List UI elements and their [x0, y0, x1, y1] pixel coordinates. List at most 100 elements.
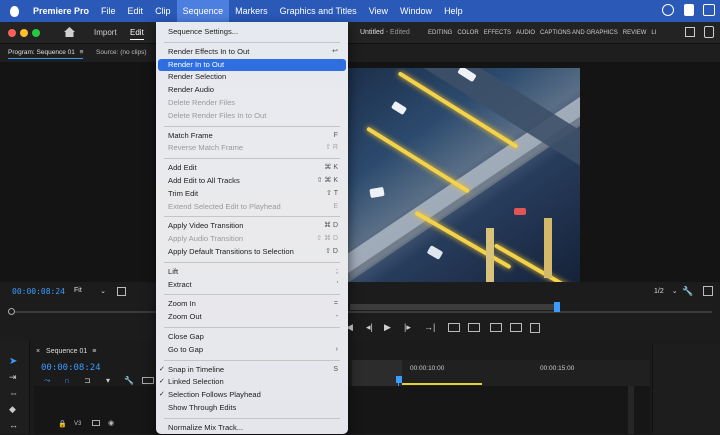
linked-selection-icon[interactable]: ⊐ [84, 376, 91, 385]
overwrite-button[interactable] [510, 323, 522, 332]
wrench-icon[interactable]: 🔧 [124, 376, 134, 385]
menu-view[interactable]: View [363, 0, 394, 22]
wrench-icon[interactable]: 🔧 [682, 286, 693, 297]
panel-menu-icon[interactable]: ≡ [92, 348, 96, 355]
workspace-tab-li[interactable]: LI [651, 30, 656, 36]
menu-item-add-edit[interactable]: Add Edit ⌘ K [156, 162, 348, 175]
menu-item-render-selection[interactable]: Render Selection [156, 71, 348, 84]
menu-item-trim-edit[interactable]: Trim Edit ⇧ T [156, 188, 348, 201]
captions-icon[interactable] [142, 377, 154, 384]
panel-menu-icon[interactable]: ≡ [80, 49, 84, 56]
menu-separator [164, 125, 340, 127]
program-monitor-tab[interactable]: Program: Sequence 01 ≡ [8, 49, 84, 59]
menu-window[interactable]: Window [394, 0, 438, 22]
fit-dropdown[interactable]: Fit ⌄ [74, 287, 108, 297]
snap-icon[interactable]: ∩ [64, 376, 70, 385]
close-icon[interactable]: × [36, 348, 40, 355]
share-icon[interactable] [685, 27, 695, 37]
close-window-button[interactable] [8, 29, 16, 37]
sequence-menu-dropdown: Sequence Settings... Render Effects In to… [156, 22, 348, 434]
source-monitor-tab[interactable]: Source: (no clips) [96, 49, 147, 56]
program-scrubber[interactable] [8, 311, 712, 313]
menu-item-linked-selection[interactable]: ✓ Linked Selection [156, 376, 348, 389]
menu-item-show-through-edits[interactable]: Show Through Edits [156, 402, 348, 415]
program-timecode[interactable]: 00:00:08:24 [12, 287, 65, 296]
step-forward-button[interactable]: |▸ [404, 322, 411, 333]
playhead[interactable] [396, 376, 402, 383]
dropbox-icon[interactable] [684, 4, 694, 16]
home-icon[interactable] [64, 27, 75, 37]
timeline-scrollbar[interactable] [628, 386, 634, 434]
menu-item-add-edit-to-all-tracks[interactable]: Add Edit to All Tracks ⇧ ⌘ K [156, 175, 348, 188]
menu-item-apply-default-transitions-to-selection[interactable]: Apply Default Transitions to Selection ⇧ … [156, 246, 348, 259]
slip-tool-icon[interactable]: ↔ [9, 420, 18, 430]
workspace-tab-captions-and-graphics[interactable]: CAPTIONS AND GRAPHICS [540, 30, 618, 36]
menu-item-render-effects-in-to-out[interactable]: Render Effects In to Out ↩ [156, 46, 348, 59]
play-button[interactable]: ▶ [384, 322, 391, 333]
menu-item-lift[interactable]: Lift; [156, 266, 348, 279]
fullscreen-icon[interactable] [704, 26, 714, 38]
mac-menubar: Premiere Pro File Edit Clip Sequence Markers G… [0, 0, 720, 22]
selection-tool-icon[interactable]: ➤ [9, 356, 17, 367]
menu-item-selection-follows-playhead[interactable]: ✓ Selection Follows Playhead [156, 389, 348, 402]
app-menu[interactable]: Premiere Pro [27, 0, 95, 22]
menu-item-shortcut: ↩ [332, 47, 338, 55]
track-select-tool-icon[interactable]: ⇥ [9, 372, 17, 383]
insert-button[interactable] [490, 323, 502, 332]
menu-file[interactable]: File [95, 0, 122, 22]
import-tab[interactable]: Import [94, 28, 117, 37]
menu-item-snap-in-timeline[interactable]: ✓ Snap in Timeline S [156, 364, 348, 377]
workspace-tab-review[interactable]: REVIEW [623, 30, 647, 36]
workspace-tab-editing[interactable]: EDITING [428, 30, 452, 36]
scrubber-start-handle[interactable] [8, 308, 15, 315]
control-center-icon[interactable] [703, 4, 715, 16]
menu-item-label: Delete Render Files [168, 97, 236, 107]
menu-item-extract[interactable]: Extract ' [156, 279, 348, 292]
comparison-view-button[interactable] [530, 323, 540, 333]
playhead-marker[interactable] [554, 302, 560, 312]
quality-dropdown[interactable]: 1/2 ⌄ [654, 287, 678, 295]
minimize-window-button[interactable] [20, 29, 28, 37]
workspace-tab-color[interactable]: COLOR [457, 30, 478, 36]
add-marker-icon[interactable]: ▾ [106, 376, 110, 385]
ruler-label-10s: 00:00:10:00 [410, 365, 445, 372]
menu-item-go-to-gap[interactable]: Go to Gap › [156, 344, 348, 357]
sync-lock-icon[interactable] [92, 420, 100, 426]
menu-item-render-audio[interactable]: Render Audio [156, 84, 348, 97]
eye-icon[interactable]: ◉ [108, 419, 114, 427]
ripple-edit-tool-icon[interactable]: ⇔ [9, 388, 18, 398]
menu-item-apply-video-transition[interactable]: Apply Video Transition ⌘ D [156, 220, 348, 233]
go-to-out-button[interactable]: →| [424, 322, 435, 332]
menu-item-zoom-out[interactable]: Zoom Out - [156, 311, 348, 324]
menu-item-match-frame[interactable]: Match Frame F [156, 130, 348, 143]
menu-item-normalize-mix-track[interactable]: Normalize Mix Track... [156, 422, 348, 435]
menu-help[interactable]: Help [438, 0, 469, 22]
workspace-tab-audio[interactable]: AUDIO [516, 30, 535, 36]
razor-tool-icon[interactable]: ◆ [9, 404, 16, 415]
menu-item-shortcut: ' [336, 280, 338, 288]
workspace-tabs: EDITING COLOR EFFECTS AUDIO CAPTIONS AND GRA… [428, 30, 656, 36]
creative-cloud-icon[interactable] [662, 4, 674, 16]
timeline-timecode[interactable]: 00:00:08:24 [41, 363, 101, 373]
sequence-tab[interactable]: × Sequence 01 ≡ [36, 348, 96, 355]
menu-markers[interactable]: Markers [229, 0, 274, 22]
settings-icon[interactable] [117, 287, 126, 296]
zoom-window-button[interactable] [32, 29, 40, 37]
menu-sequence[interactable]: Sequence [176, 0, 230, 22]
menu-item-close-gap[interactable]: Close Gap [156, 331, 348, 344]
nest-icon[interactable]: ⤳ [44, 376, 50, 386]
menu-edit[interactable]: Edit [122, 0, 150, 22]
play-reverse-button[interactable]: ◂| [366, 322, 373, 333]
menu-graphics-and-titles[interactable]: Graphics and Titles [274, 0, 363, 22]
workspace-tab-effects[interactable]: EFFECTS [484, 30, 511, 36]
apple-icon[interactable] [10, 5, 19, 17]
lift-button[interactable] [448, 323, 460, 332]
extract-frame-icon[interactable] [703, 286, 713, 296]
lock-track-icon[interactable]: 🔒 [58, 420, 67, 428]
extract-button[interactable] [468, 323, 480, 332]
menu-item-zoom-in[interactable]: Zoom In = [156, 298, 348, 311]
menu-clip[interactable]: Clip [149, 0, 177, 22]
edit-tab[interactable]: Edit [130, 28, 144, 40]
menu-item-render-in-to-out[interactable]: Render In to Out [158, 58, 346, 72]
menu-item-sequence-settings[interactable]: Sequence Settings... [156, 26, 348, 39]
